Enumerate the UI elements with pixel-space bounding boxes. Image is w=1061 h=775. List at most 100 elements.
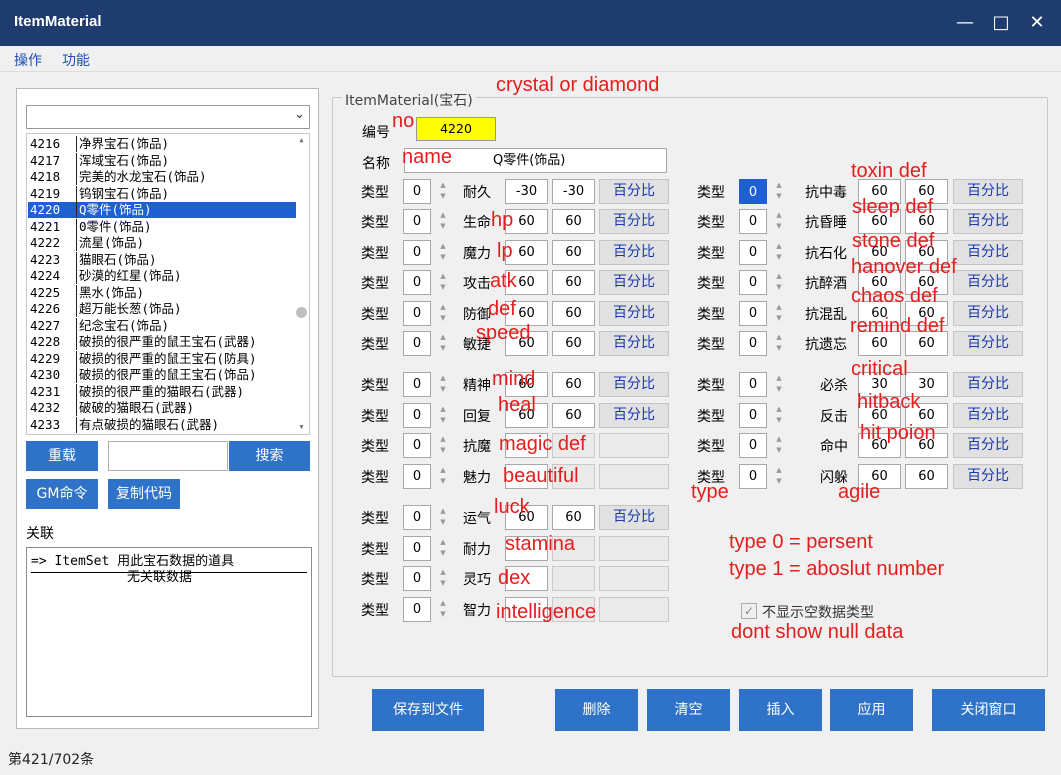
value-max-field[interactable]: 60	[905, 209, 948, 234]
type-field[interactable]: 0	[403, 179, 431, 204]
value-min-field[interactable]: 60	[505, 331, 548, 356]
list-item[interactable]: 4232 破破的猫眼石(武器)	[28, 400, 296, 416]
scroll-down-icon[interactable]: ▼	[296, 423, 307, 431]
copy-code-button[interactable]: 复制代码	[108, 479, 180, 509]
spin-arrows-icon[interactable]: ▲ ▼	[774, 210, 784, 235]
value-max-field[interactable]: 60	[905, 240, 948, 265]
value-min-field[interactable]: 60	[858, 209, 901, 234]
type-field[interactable]: 0	[739, 331, 767, 356]
search-input[interactable]	[108, 441, 228, 471]
value-max-field[interactable]: 60	[552, 240, 595, 265]
value-max-field[interactable]	[552, 536, 595, 561]
value-min-field[interactable]: -30	[505, 179, 548, 204]
percent-button[interactable]: 百分比	[599, 301, 669, 326]
close-window-button[interactable]: 关闭窗口	[932, 689, 1045, 731]
value-min-field[interactable]	[505, 597, 548, 622]
scroll-up-icon[interactable]: ▲	[296, 136, 307, 144]
save-to-file-button[interactable]: 保存到文件	[372, 689, 484, 731]
type-field[interactable]: 0	[739, 209, 767, 234]
spin-arrows-icon[interactable]: ▲ ▼	[438, 434, 448, 459]
spin-arrows-icon[interactable]: ▲ ▼	[438, 210, 448, 235]
list-item[interactable]: 4216 净界宝石(饰品)	[28, 136, 296, 152]
list-item[interactable]: 4230 破损的很严重的鼠王宝石(饰品)	[28, 367, 296, 383]
list-item[interactable]: 4219 钨钢宝石(饰品)	[28, 185, 296, 202]
spin-arrows-icon[interactable]: ▲ ▼	[774, 373, 784, 398]
type-field[interactable]: 0	[403, 536, 431, 561]
type-field[interactable]: 0	[739, 464, 767, 489]
spin-arrows-icon[interactable]: ▲ ▼	[774, 465, 784, 490]
gm-command-button[interactable]: GM命令	[26, 479, 98, 509]
value-min-field[interactable]: 60	[858, 433, 901, 458]
insert-button[interactable]: 插入	[739, 689, 822, 731]
value-min-field[interactable]	[505, 536, 548, 561]
value-min-field[interactable]: 60	[858, 270, 901, 295]
spin-arrows-icon[interactable]: ▲ ▼	[774, 180, 784, 205]
value-min-field[interactable]: 30	[858, 372, 901, 397]
percent-button[interactable]: 百分比	[953, 403, 1023, 428]
percent-button[interactable]: 百分比	[953, 240, 1023, 265]
percent-button[interactable]: 百分比	[953, 464, 1023, 489]
reload-button[interactable]: 重载	[26, 441, 98, 471]
value-min-field[interactable]: 60	[505, 372, 548, 397]
value-max-field[interactable]: 60	[552, 372, 595, 397]
value-max-field[interactable]	[552, 433, 595, 458]
percent-button[interactable]: 百分比	[953, 270, 1023, 295]
value-max-field[interactable]	[552, 597, 595, 622]
spin-arrows-icon[interactable]: ▲ ▼	[438, 180, 448, 205]
spin-arrows-icon[interactable]: ▲ ▼	[774, 404, 784, 429]
maximize-icon[interactable]: □	[986, 8, 1016, 38]
search-button[interactable]: 搜索	[229, 441, 310, 471]
percent-button[interactable]: 百分比	[599, 505, 669, 530]
value-min-field[interactable]: 60	[505, 209, 548, 234]
type-field[interactable]: 0	[403, 331, 431, 356]
spin-arrows-icon[interactable]: ▲ ▼	[438, 537, 448, 562]
percent-button[interactable]: 百分比	[953, 209, 1023, 234]
value-min-field[interactable]	[505, 566, 548, 591]
spin-arrows-icon[interactable]: ▲ ▼	[438, 598, 448, 623]
value-min-field[interactable]	[505, 464, 548, 489]
item-name-field[interactable]: Q零件(饰品)	[404, 148, 667, 173]
percent-button[interactable]: 百分比	[599, 372, 669, 397]
clear-button[interactable]: 清空	[647, 689, 730, 731]
value-min-field[interactable]: 60	[858, 179, 901, 204]
value-min-field[interactable]: 60	[505, 403, 548, 428]
spin-arrows-icon[interactable]: ▲ ▼	[438, 404, 448, 429]
value-max-field[interactable]: 60	[905, 301, 948, 326]
list-item[interactable]: 4223 猫眼石(饰品)	[28, 251, 296, 268]
percent-button[interactable]: 百分比	[953, 331, 1023, 356]
list-item[interactable]: 4220 Q零件(饰品)	[28, 202, 296, 218]
percent-button[interactable]: 百分比	[953, 179, 1023, 204]
value-max-field[interactable]: 60	[905, 270, 948, 295]
spin-arrows-icon[interactable]: ▲ ▼	[774, 271, 784, 296]
hide-empty-checkbox[interactable]: ✓	[741, 603, 757, 619]
list-item[interactable]: 4231 破损的很严重的猫眼石(武器)	[28, 383, 296, 400]
value-max-field[interactable]	[552, 566, 595, 591]
type-field[interactable]: 0	[403, 566, 431, 591]
spin-arrows-icon[interactable]: ▲ ▼	[774, 302, 784, 327]
spin-arrows-icon[interactable]: ▲ ▼	[438, 465, 448, 490]
list-item[interactable]: 4229 破损的很严重的鼠王宝石(防具)	[28, 350, 296, 367]
type-field[interactable]: 0	[403, 209, 431, 234]
value-max-field[interactable]: 30	[905, 372, 948, 397]
type-field[interactable]: 0	[739, 301, 767, 326]
type-field[interactable]: 0	[739, 403, 767, 428]
value-max-field[interactable]	[552, 464, 595, 489]
percent-button[interactable]: 百分比	[599, 403, 669, 428]
list-item[interactable]: 4233 有点破损的猫眼石(武器)	[28, 416, 296, 433]
value-max-field[interactable]: 60	[905, 403, 948, 428]
delete-button[interactable]: 删除	[555, 689, 638, 731]
scroll-thumb[interactable]	[296, 307, 307, 318]
list-item[interactable]: 4218 完美的水龙宝石(饰品)	[28, 169, 296, 185]
filter-combobox[interactable]: ⌄	[26, 105, 310, 129]
value-max-field[interactable]: 60	[552, 209, 595, 234]
value-min-field[interactable]	[505, 433, 548, 458]
spin-arrows-icon[interactable]: ▲ ▼	[774, 332, 784, 357]
value-min-field[interactable]: 60	[858, 240, 901, 265]
value-max-field[interactable]: 60	[552, 301, 595, 326]
spin-arrows-icon[interactable]: ▲ ▼	[438, 241, 448, 266]
close-icon[interactable]: ✕	[1022, 8, 1052, 38]
spin-arrows-icon[interactable]: ▲ ▼	[438, 567, 448, 592]
list-item[interactable]: 4228 破损的很严重的鼠王宝石(武器)	[28, 334, 296, 350]
menu-function[interactable]: 功能	[62, 50, 90, 70]
list-scrollbar[interactable]: ▲ ▼	[295, 135, 308, 433]
